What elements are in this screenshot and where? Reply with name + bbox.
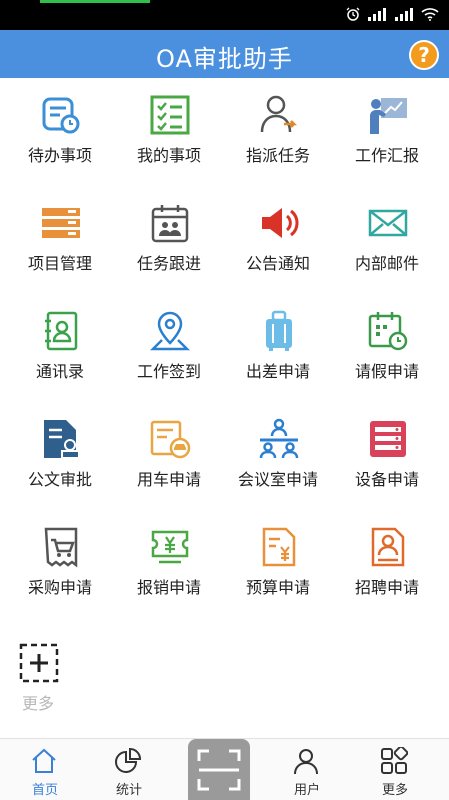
calendar-clock-icon: [368, 312, 408, 351]
app-equipment-request[interactable]: 设备申请: [331, 412, 443, 512]
add-dashed-icon: [19, 643, 59, 683]
wifi-icon: [421, 8, 439, 21]
app-label: 会议室申请: [237, 470, 318, 489]
location-pin-icon: [149, 311, 191, 351]
yen-ticket-icon: [151, 530, 189, 564]
app-label: 指派任务: [245, 146, 310, 165]
yen-document-icon: [262, 527, 296, 567]
envelope-icon: [368, 209, 408, 237]
stack-icon: [42, 208, 80, 238]
user-icon: [294, 749, 318, 775]
signal-hd-icon: [368, 8, 386, 21]
app-project-manage[interactable]: 项目管理: [4, 196, 116, 296]
app-label: 用车申请: [136, 470, 201, 489]
car-document-icon: [150, 420, 191, 459]
status-indicator: [40, 0, 150, 3]
app-label: 招聘申请: [354, 578, 419, 597]
page-title: OA审批助手: [156, 45, 293, 73]
app-label: 任务跟进: [136, 254, 201, 273]
app-internal-mail[interactable]: 内部邮件: [331, 196, 443, 296]
app-todo[interactable]: 待办事项: [4, 88, 116, 188]
app-label: 工作汇报: [354, 146, 419, 165]
assign-person-icon: [260, 95, 298, 133]
app-label: 内部邮件: [354, 254, 419, 273]
calendar-people-icon: [151, 205, 189, 243]
luggage-icon: [266, 310, 292, 351]
server-rack-icon: [370, 421, 406, 457]
app-check-in[interactable]: 工作签到: [113, 304, 225, 404]
app-label: 预算申请: [245, 578, 310, 597]
app-my-items[interactable]: 我的事项: [113, 88, 225, 188]
app-meeting-room[interactable]: 会议室申请: [222, 412, 334, 512]
tab-more[interactable]: 更多: [350, 739, 440, 800]
app-label: 公文审批: [27, 470, 92, 489]
app-label: 设备申请: [354, 470, 419, 489]
app-document-approval[interactable]: 公文审批: [4, 412, 116, 512]
app-label: 出差申请: [245, 362, 310, 381]
app-leave-request[interactable]: 请假申请: [331, 304, 443, 404]
tab-home[interactable]: 首页: [0, 739, 90, 800]
app-label: 项目管理: [27, 254, 92, 273]
scan-button[interactable]: [188, 739, 250, 800]
status-icons: [346, 7, 439, 21]
app-more[interactable]: 更多: [0, 636, 94, 736]
app-work-report[interactable]: 工作汇报: [331, 88, 443, 188]
tab-label: 用户: [293, 783, 320, 798]
app-label: 采购申请: [27, 578, 92, 597]
tab-label: 统计: [115, 783, 142, 798]
app-recruitment[interactable]: 招聘申请: [331, 520, 443, 620]
pie-chart-icon: [115, 747, 142, 773]
app-contacts[interactable]: 通讯录: [4, 304, 116, 404]
bottom-tab-bar: 首页 统计 用户 更多: [0, 738, 449, 800]
checklist-icon: [150, 95, 190, 135]
contact-book-icon: [45, 311, 78, 351]
grid-more-icon: [381, 747, 408, 774]
app-label: 通讯录: [35, 362, 84, 381]
app-label: 工作签到: [136, 362, 201, 381]
app-task-follow[interactable]: 任务跟进: [113, 196, 225, 296]
app-label: 公告通知: [245, 254, 310, 273]
shopping-cart-receipt-icon: [44, 527, 78, 568]
meeting-room-icon: [259, 418, 299, 459]
app-purchase-request[interactable]: 采购申请: [4, 520, 116, 620]
scan-icon: [197, 749, 241, 791]
alarm-icon: [346, 7, 360, 21]
tab-user[interactable]: 用户: [262, 739, 352, 800]
status-bar: [0, 0, 449, 30]
help-button[interactable]: ?: [409, 40, 439, 70]
app-label: 更多: [21, 694, 54, 713]
app-assign-task[interactable]: 指派任务: [222, 88, 334, 188]
signal-icon: [395, 8, 413, 21]
tab-label: 首页: [31, 783, 58, 798]
app-label: 报销申请: [136, 578, 201, 597]
app-header: OA审批助手 ?: [0, 30, 449, 78]
home-icon: [32, 748, 56, 773]
app-reimbursement[interactable]: 报销申请: [113, 520, 225, 620]
document-stamp-icon: [44, 420, 80, 459]
app-label: 我的事项: [136, 146, 201, 165]
speaker-icon: [262, 208, 299, 238]
presentation-icon: [370, 98, 407, 134]
app-label: 请假申请: [354, 362, 419, 381]
app-business-trip[interactable]: 出差申请: [222, 304, 334, 404]
app-car-request[interactable]: 用车申请: [113, 412, 225, 512]
app-label: 待办事项: [27, 146, 92, 165]
tab-stats[interactable]: 统计: [84, 739, 174, 800]
app-announcement[interactable]: 公告通知: [222, 196, 334, 296]
app-budget-request[interactable]: 预算申请: [222, 520, 334, 620]
tab-label: 更多: [381, 783, 408, 798]
todo-icon: [42, 97, 80, 134]
resume-icon: [371, 527, 405, 567]
